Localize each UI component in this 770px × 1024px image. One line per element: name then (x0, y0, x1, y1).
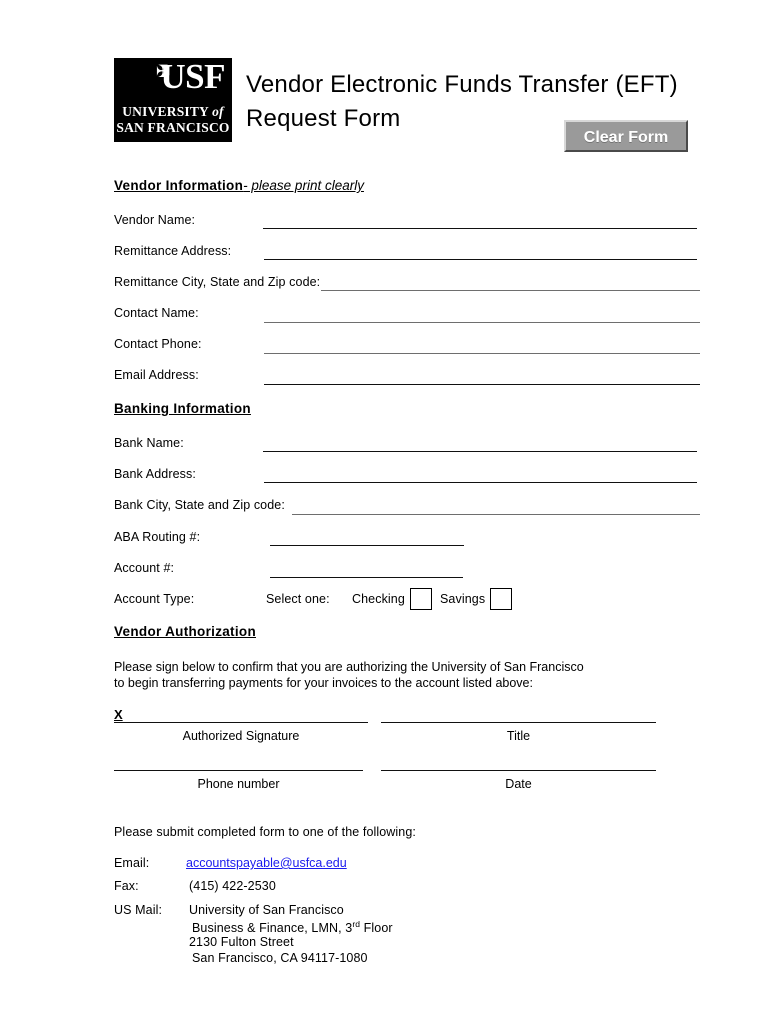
input-phone-number[interactable] (114, 770, 363, 771)
vendor-authorization-heading: Vendor Authorization (114, 624, 256, 639)
input-title[interactable] (381, 722, 656, 723)
checkbox-checking[interactable] (410, 588, 432, 610)
label-savings: Savings (440, 592, 486, 606)
label-contact-name: Contact Name: (114, 306, 199, 320)
input-aba-routing-number[interactable] (270, 545, 464, 546)
signature-marker: X (114, 707, 123, 722)
authorization-paragraph-line2: to begin transferring payments for your … (114, 676, 533, 690)
label-account-number: Account #: (114, 561, 175, 575)
checkbox-savings[interactable] (490, 588, 512, 610)
label-contact-phone: Contact Phone: (114, 337, 202, 351)
label-fax: Fax: (114, 879, 139, 893)
form-page: ✠ USF UNIVERSITY of SAN FRANCISCO Vendor… (0, 0, 770, 1024)
mail-line-4: San Francisco, CA 94117-1080 (192, 951, 368, 965)
logo-of-word: of (212, 104, 224, 119)
page-title-line1: Vendor Electronic Funds Transfer (EFT) (246, 71, 678, 98)
label-us-mail: US Mail: (114, 903, 163, 917)
input-account-number[interactable] (270, 577, 463, 578)
input-vendor-name[interactable] (263, 228, 697, 229)
label-bank-city-state-zip: Bank City, State and Zip code: (114, 498, 285, 512)
vendor-information-subnote: - please print clearly (243, 178, 364, 193)
input-email-address[interactable] (264, 384, 700, 385)
mail-line-2-post: Floor (360, 921, 393, 936)
caption-authorized-signature: Authorized Signature (182, 729, 300, 743)
mail-line-2-ordinal: rd (352, 919, 361, 929)
input-remittance-address[interactable] (264, 259, 697, 260)
label-remittance-city-state-zip: Remittance City, State and Zip code: (114, 275, 321, 289)
mail-line-2: Business & Finance, LMN, 3rd Floor (192, 919, 393, 935)
email-link[interactable]: accountspayable@usfca.edu (186, 856, 347, 870)
form-header: ✠ USF UNIVERSITY of SAN FRANCISCO Vendor… (114, 58, 724, 154)
banking-information-heading: Banking Information (114, 401, 251, 416)
input-date[interactable] (381, 770, 656, 771)
logo-acronym: USF (160, 58, 225, 96)
label-checking: Checking (352, 592, 405, 606)
label-remittance-address: Remittance Address: (114, 244, 232, 258)
mail-line-1: University of San Francisco (189, 903, 344, 917)
label-bank-address: Bank Address: (114, 467, 196, 481)
input-contact-phone[interactable] (264, 353, 700, 354)
label-select-one: Select one: (266, 592, 330, 606)
value-fax: (415) 422-2530 (189, 879, 276, 893)
input-remittance-city-state-zip[interactable] (321, 290, 700, 291)
logo-city-line: SAN FRANCISCO (116, 120, 230, 135)
clear-form-button[interactable]: Clear Form (564, 120, 688, 152)
input-authorized-signature[interactable] (114, 722, 368, 723)
caption-date: Date (505, 777, 532, 791)
vendor-information-heading: Vendor Information- please print clearly (114, 178, 364, 193)
logo-university-word: UNIVERSITY (122, 104, 209, 119)
label-bank-name: Bank Name: (114, 436, 184, 450)
logo-university-line: UNIVERSITY of (114, 104, 232, 120)
caption-title: Title (506, 729, 531, 743)
label-vendor-name: Vendor Name: (114, 213, 196, 227)
label-email: Email: (114, 856, 150, 870)
input-bank-address[interactable] (264, 482, 697, 483)
mail-line-2-pre: Business & Finance, LMN, 3 (192, 921, 353, 936)
caption-phone-number: Phone number (197, 777, 280, 791)
label-aba-routing-number: ABA Routing #: (114, 530, 201, 544)
authorization-paragraph-line1: Please sign below to confirm that you ar… (114, 660, 584, 674)
input-bank-city-state-zip[interactable] (292, 514, 700, 515)
vendor-information-heading-text: Vendor Information (114, 178, 244, 193)
usf-logo: ✠ USF UNIVERSITY of SAN FRANCISCO (114, 58, 232, 142)
input-contact-name[interactable] (264, 322, 700, 323)
input-bank-name[interactable] (263, 451, 697, 452)
label-account-type: Account Type: (114, 592, 195, 606)
mail-line-3: 2130 Fulton Street (189, 935, 294, 949)
label-email-address: Email Address: (114, 368, 199, 382)
submission-intro: Please submit completed form to one of t… (114, 825, 416, 839)
